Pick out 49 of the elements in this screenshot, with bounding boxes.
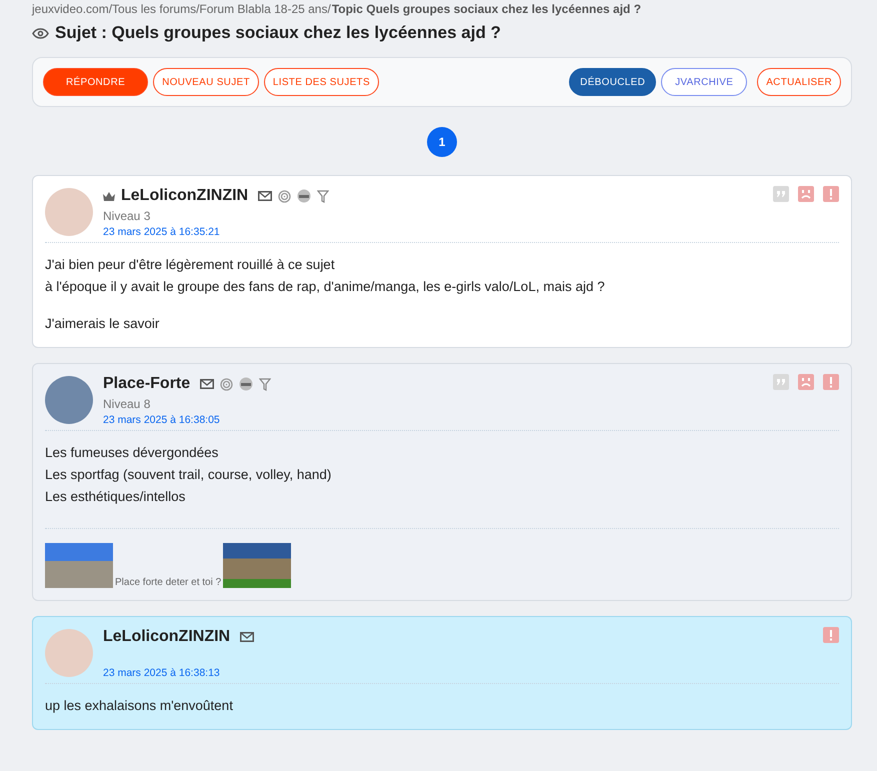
toolbar-button[interactable]: LISTE DES SUJETS <box>264 68 379 96</box>
post-date[interactable]: 23 mars 2025 à 16:38:13 <box>103 667 813 681</box>
photo-placeholder[interactable] <box>45 543 113 588</box>
message-text: up les exhalaisons m'envoûtent <box>45 697 234 715</box>
badge-icon[interactable] <box>297 189 312 203</box>
avatar <box>45 188 93 236</box>
alert-icon[interactable] <box>823 374 839 390</box>
alert-icon[interactable] <box>823 186 839 202</box>
quote-icon[interactable] <box>773 186 789 202</box>
toolbar-button[interactable]: NOUVEAU SUJET <box>153 68 259 96</box>
breadcrumb-current: Topic Quels groupes sociaux chez les lycéennes ajd ? <box>332 2 642 16</box>
message-text: J'aimerais le savoir <box>45 315 160 333</box>
author-name[interactable]: Place-Forte <box>103 375 190 393</box>
toolbar-button[interactable]: ACTUALISER <box>757 68 841 96</box>
toolbar-button[interactable]: DÉBOUCLED <box>569 68 656 96</box>
message-text: J'ai bien peur d'être légèrement rouillé à ce sujet <box>45 256 336 274</box>
avatar <box>45 629 93 677</box>
author-name[interactable]: LeLoliconZINZIN <box>121 187 248 205</box>
envelope-icon[interactable] <box>200 379 214 389</box>
toolbar-button[interactable]: JVARCHIVE <box>661 68 748 96</box>
avatar <box>45 376 93 424</box>
message-text: Les fumeuses dévergondées <box>45 444 220 462</box>
page-button[interactable]: 1 <box>427 127 457 157</box>
topic-title: Sujet : Quels groupes sociaux chez les lycéennes ajd ? <box>55 23 501 43</box>
eye-icon <box>32 28 49 38</box>
post-date[interactable]: 23 mars 2025 à 16:38:05 <box>103 414 763 428</box>
sad-face-icon[interactable] <box>798 374 814 390</box>
envelope-icon[interactable] <box>240 632 254 642</box>
filter-icon[interactable] <box>317 190 330 202</box>
quote-icon[interactable] <box>773 374 789 390</box>
author-name[interactable]: LeLoliconZINZIN <box>103 628 230 646</box>
signature-text: Place forte deter et toi ? <box>115 577 222 588</box>
sad-face-icon[interactable] <box>798 186 814 202</box>
message-text: Les sportfag (souvent trail, course, volley, hand) <box>45 466 332 484</box>
alert-icon[interactable] <box>823 627 839 643</box>
filter-icon[interactable] <box>259 378 272 390</box>
envelope-icon[interactable] <box>258 191 272 201</box>
badge-icon[interactable] <box>239 377 254 391</box>
toolbar-button[interactable]: RÉPONDRE <box>43 68 148 96</box>
message-text: Les esthétiques/intellos <box>45 488 186 506</box>
user-level: Niveau 8 <box>103 396 152 413</box>
message-text: à l'époque il y avait le groupe des fans de rap, d'anime/manga, les e-girls valo/LoL, mais ajd ? <box>45 278 606 296</box>
photo-placeholder[interactable] <box>223 543 292 588</box>
post-date[interactable]: 23 mars 2025 à 16:35:21 <box>103 226 763 240</box>
breadcrumb-path[interactable]: jeuxvideo.com/Tous les forums/Forum Blabla 18-25 ans/ <box>32 2 331 16</box>
spiral-icon[interactable] <box>220 378 234 390</box>
spiral-icon[interactable] <box>278 190 292 202</box>
crown-icon <box>103 192 115 200</box>
user-level: Niveau 3 <box>103 208 152 225</box>
